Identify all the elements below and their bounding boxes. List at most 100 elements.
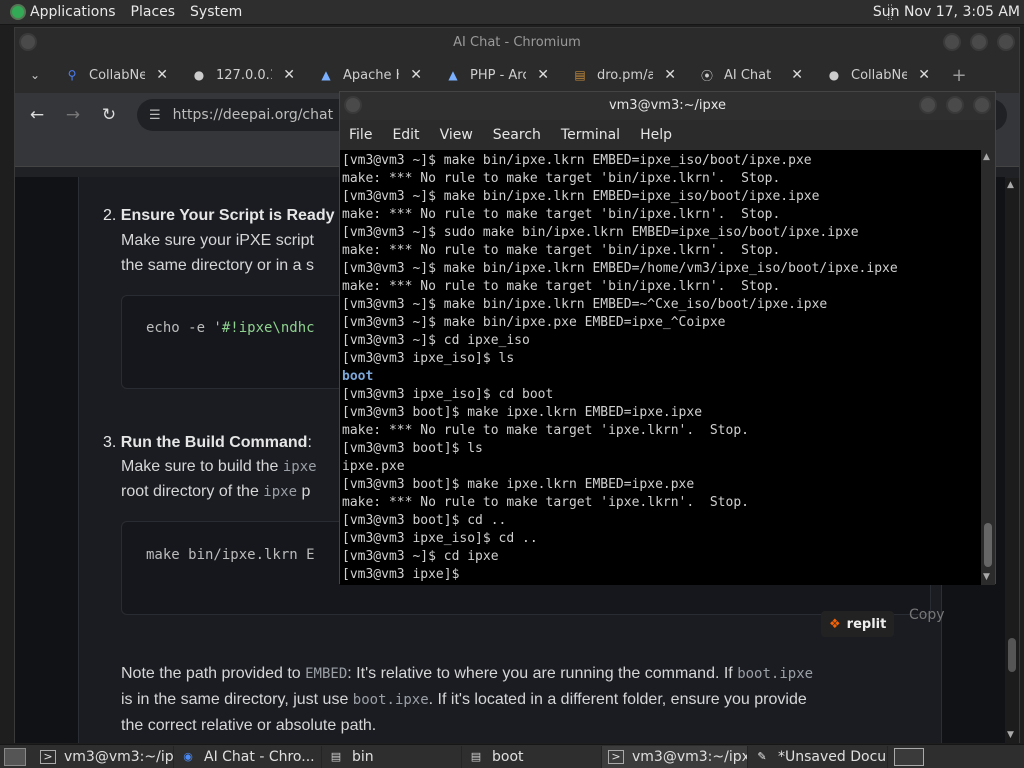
taskbar-label: *Unsaved Docu... bbox=[778, 748, 888, 765]
tab-close-icon[interactable]: ✕ bbox=[410, 67, 422, 83]
text: Note the path provided to bbox=[121, 665, 306, 682]
text: root directory of the bbox=[121, 483, 259, 500]
close-window-button[interactable] bbox=[997, 33, 1015, 51]
tab-collabnet-2[interactable]: ● CollabNe ✕ bbox=[817, 57, 944, 93]
taskbar-item-terminal-2[interactable]: > vm3@vm3:~/ipxe bbox=[602, 745, 748, 768]
workspace-switcher[interactable] bbox=[894, 747, 924, 766]
step-3-line-2: root directory of the ipxe p bbox=[121, 479, 310, 505]
terminal-line: make: *** No rule to make target 'bin/ip… bbox=[342, 279, 781, 294]
tab-label: CollabNe bbox=[851, 67, 907, 83]
taskbar-item-chromium[interactable]: ◉ AI Chat - Chro... bbox=[174, 745, 322, 768]
folder-icon: ▤ bbox=[470, 750, 482, 763]
tab-close-icon[interactable]: ✕ bbox=[537, 67, 549, 83]
clock[interactable]: Sun Nov 17, 3:05 AM bbox=[873, 4, 1020, 20]
menu-terminal[interactable]: Terminal bbox=[561, 127, 620, 143]
menu-applications[interactable]: Applications bbox=[30, 4, 116, 20]
tab-php[interactable]: ▲ PHP - Arc ✕ bbox=[436, 57, 563, 93]
tab-close-icon[interactable]: ✕ bbox=[918, 67, 930, 83]
menu-help[interactable]: Help bbox=[640, 127, 672, 143]
code-line[interactable]: echo -e '#!ipxe\ndhc bbox=[146, 320, 315, 336]
maximize-button[interactable] bbox=[970, 33, 988, 51]
tab-dropm[interactable]: ▤ dro.pm/a ✕ bbox=[563, 57, 690, 93]
taskbar-label: bin bbox=[352, 748, 374, 765]
menu-system[interactable]: System bbox=[190, 4, 242, 20]
tab-localhost[interactable]: ● 127.0.0.1 ✕ bbox=[182, 57, 309, 93]
tab-close-icon[interactable]: ✕ bbox=[791, 67, 803, 83]
bottom-taskbar: > vm3@vm3:~/ip... ◉ AI Chat - Chro... ▤ … bbox=[0, 744, 1024, 768]
code-line[interactable]: make bin/ipxe.lkrn E bbox=[146, 547, 315, 563]
taskbar-item-text-editor[interactable]: ✎ *Unsaved Docu... bbox=[748, 745, 888, 768]
window-menu-button[interactable] bbox=[19, 33, 37, 51]
text: p bbox=[301, 483, 311, 500]
tab-close-icon[interactable]: ✕ bbox=[283, 67, 295, 83]
scroll-down-icon[interactable]: ▼ bbox=[983, 572, 990, 582]
globe-icon: ● bbox=[193, 68, 205, 82]
tab-close-icon[interactable]: ✕ bbox=[664, 67, 676, 83]
url-text[interactable]: https://deepai.org/chat bbox=[173, 107, 333, 123]
terminal-line: [vm3@vm3 ipxe_iso]$ cd boot bbox=[342, 387, 554, 402]
show-desktop-icon[interactable] bbox=[4, 747, 26, 766]
window-menu-button[interactable] bbox=[344, 96, 362, 114]
taskbar-label: AI Chat - Chro... bbox=[204, 748, 315, 765]
step-3-heading: 3. Run the Build Command: bbox=[103, 434, 312, 452]
menu-search[interactable]: Search bbox=[493, 127, 541, 143]
applications-logo-icon[interactable] bbox=[10, 4, 26, 20]
tab-search-chevron-icon[interactable]: ⌄ bbox=[15, 68, 55, 82]
site-settings-icon[interactable]: ☰ bbox=[149, 108, 161, 123]
window-title: AI Chat - Chromium bbox=[453, 35, 581, 50]
ai-icon: ⦿ bbox=[700, 68, 713, 83]
tab-label: CollabNe bbox=[89, 67, 145, 83]
step-number: 2. bbox=[103, 207, 117, 224]
inline-code: EMBED bbox=[305, 666, 348, 682]
terminal-line: [vm3@vm3 boot]$ cd .. bbox=[342, 513, 507, 528]
taskbar-item-bin[interactable]: ▤ bin bbox=[322, 745, 462, 768]
terminal-line: [vm3@vm3 ~]$ make bin/ipxe.lkrn EMBED=ip… bbox=[342, 189, 820, 204]
scroll-down-icon[interactable]: ▼ bbox=[1007, 730, 1014, 740]
taskbar-label: vm3@vm3:~/ipxe bbox=[632, 748, 748, 765]
maximize-button[interactable] bbox=[946, 96, 964, 114]
tab-close-icon[interactable]: ✕ bbox=[156, 67, 168, 83]
tab-collabnet[interactable]: ⚲ CollabNe ✕ bbox=[55, 57, 182, 93]
terminal-scroll-thumb[interactable] bbox=[984, 523, 992, 567]
taskbar-label: vm3@vm3:~/ip... bbox=[64, 748, 174, 765]
terminal-line: make: *** No rule to make target 'ipxe.l… bbox=[342, 423, 749, 438]
chromium-titlebar[interactable]: AI Chat - Chromium bbox=[15, 28, 1019, 57]
terminal-line-directory: boot bbox=[342, 369, 374, 384]
forward-arrow-icon[interactable]: → bbox=[55, 105, 91, 125]
terminal-menubar: File Edit View Search Terminal Help bbox=[340, 120, 995, 150]
taskbar-item-boot[interactable]: ▤ boot bbox=[462, 745, 602, 768]
inline-code: ipxe bbox=[263, 484, 298, 500]
step-2-heading: 2. Ensure Your Script is Ready bbox=[103, 207, 335, 225]
minimize-button[interactable] bbox=[919, 96, 937, 114]
terminal-line: make: *** No rule to make target 'bin/ip… bbox=[342, 171, 781, 186]
terminal-line: [vm3@vm3 ~]$ make bin/ipxe.lkrn EMBED=~^… bbox=[342, 297, 828, 312]
menu-places[interactable]: Places bbox=[131, 4, 176, 20]
close-window-button[interactable] bbox=[973, 96, 991, 114]
menu-file[interactable]: File bbox=[349, 127, 372, 143]
terminal-output[interactable]: [vm3@vm3 ~]$ make bin/ipxe.lkrn EMBED=ip… bbox=[340, 150, 983, 585]
terminal-line: make: *** No rule to make target 'bin/ip… bbox=[342, 243, 781, 258]
minimize-button[interactable] bbox=[943, 33, 961, 51]
scroll-up-icon[interactable]: ▲ bbox=[983, 152, 990, 162]
copy-button[interactable]: Copy bbox=[909, 607, 945, 623]
terminal-line: [vm3@vm3 ipxe_iso]$ cd .. bbox=[342, 531, 538, 546]
terminal-scrollbar[interactable]: ▲ ▼ bbox=[981, 150, 995, 585]
chromium-icon: ◉ bbox=[183, 750, 193, 763]
terminal-line: [vm3@vm3 ~]$ cd ipxe bbox=[342, 549, 499, 564]
tab-label: 127.0.0.1 bbox=[216, 67, 272, 83]
terminal-titlebar[interactable]: vm3@vm3:~/ipxe bbox=[340, 92, 995, 120]
terminal-prompt[interactable]: [vm3@vm3 ipxe]$ bbox=[342, 566, 981, 584]
page-scroll-thumb[interactable] bbox=[1008, 638, 1016, 672]
tab-ai-chat[interactable]: ⦿ AI Chat ✕ bbox=[690, 57, 817, 93]
menu-view[interactable]: View bbox=[440, 127, 473, 143]
tab-apache[interactable]: ▲ Apache H ✕ bbox=[309, 57, 436, 93]
reload-icon[interactable]: ↻ bbox=[91, 105, 127, 125]
replit-button[interactable]: ❖ replit bbox=[821, 611, 895, 637]
new-tab-button[interactable]: + bbox=[944, 65, 974, 86]
terminal-line: [vm3@vm3 ipxe_iso]$ ls bbox=[342, 351, 515, 366]
page-scrollbar[interactable]: ▲ ▼ bbox=[1005, 178, 1019, 744]
back-arrow-icon[interactable]: ← bbox=[19, 105, 55, 125]
taskbar-item-terminal-1[interactable]: > vm3@vm3:~/ip... bbox=[34, 745, 174, 768]
menu-edit[interactable]: Edit bbox=[392, 127, 419, 143]
scroll-up-icon[interactable]: ▲ bbox=[1007, 180, 1014, 190]
